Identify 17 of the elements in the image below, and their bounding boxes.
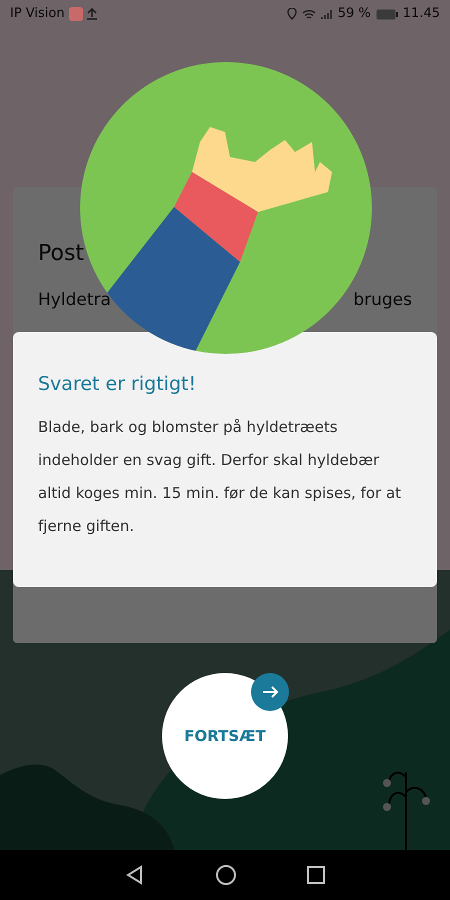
carrier-name: IP Vision [10, 5, 65, 24]
question-text: bruges [353, 289, 412, 312]
home-icon[interactable] [215, 864, 237, 886]
battery-percent: 59 % [338, 5, 371, 24]
signal-icon [320, 8, 333, 20]
clock: 11.45 [402, 5, 440, 24]
battery-icon [376, 8, 398, 20]
recent-apps-icon[interactable] [307, 866, 325, 884]
question-title: Post [38, 240, 84, 268]
wifi-icon [302, 8, 316, 20]
dialog-title: Svaret er rigtigt! [38, 372, 198, 397]
question-text: Hyldetra [38, 289, 111, 312]
upload-icon [86, 8, 97, 20]
location-icon [286, 8, 297, 20]
back-icon[interactable] [125, 865, 145, 885]
dialog-message: Blade, bark og blomster på hyldetræets indeholder en svag gift. Derfor skal hyldebær altid koges min. 15 min. før de kan spises, for at fjerne giften. [38, 416, 402, 536]
arrow-right-icon [251, 673, 289, 711]
